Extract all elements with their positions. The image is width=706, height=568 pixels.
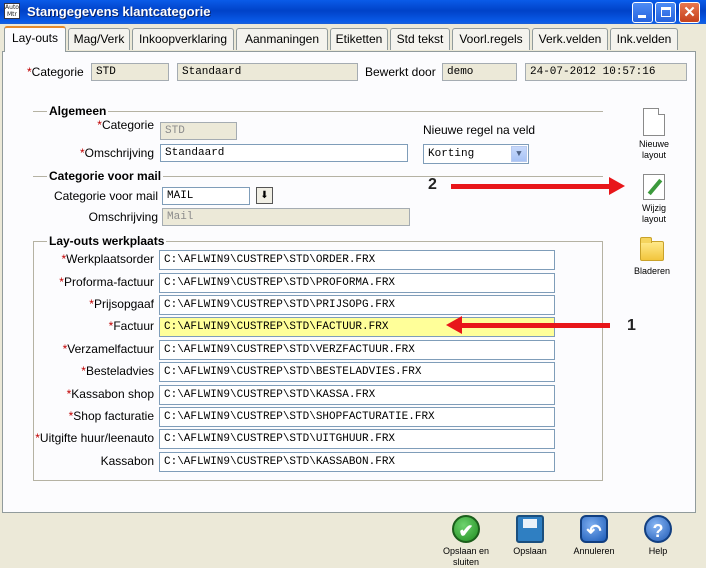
mail-categorie-input[interactable]: MAIL — [162, 187, 250, 205]
opslaan-label: Opslaan — [513, 546, 547, 556]
minimize-button[interactable] — [632, 2, 653, 23]
bladeren-label: Bladeren — [633, 266, 671, 276]
app-icon: Auto Mtr — [4, 3, 20, 19]
nieuwe-layout-label-2: layout — [641, 150, 667, 160]
layout-label-shop-facturatie: *Shop facturatie — [34, 409, 154, 423]
nieuwe-layout-label-1: Nieuwe — [638, 139, 669, 149]
layout-label-besteladvies: *Besteladvies — [34, 364, 154, 378]
header-categorie-label: *Categorie — [27, 65, 84, 79]
label-text: Besteladvies — [85, 364, 154, 378]
undo-icon: ↶ — [580, 515, 608, 543]
layout-field-besteladvies[interactable]: C:\AFLWIN9\CUSTREP\STD\BESTELADVIES.FRX — [159, 362, 555, 382]
label-text: Proforma-factuur — [63, 275, 154, 289]
mail-omschrijving-label: Omschrijving — [88, 210, 158, 224]
window-title: Stamgegevens klantcategorie — [27, 4, 211, 19]
layout-field-werkplaatsorder[interactable]: C:\AFLWIN9\CUSTREP\STD\ORDER.FRX — [159, 250, 555, 270]
bewerkt-door-field: demo — [442, 63, 517, 81]
tab-ink-velden[interactable]: Ink.velden — [610, 28, 678, 50]
tab-inkoopverklaring[interactable]: Inkoopverklaring — [132, 28, 234, 50]
annuleren-label: Annuleren — [573, 546, 615, 556]
bewerkt-door-label: Bewerkt door — [365, 65, 436, 79]
nieuwe-layout-button[interactable]: Nieuwe layout — [624, 108, 684, 161]
layout-label-uitgifte: *Uitgifte huur/leenauto — [30, 431, 154, 445]
omschrijving-label: *Omschrijving — [40, 146, 154, 160]
algemeen-categorie-label: *Categorie — [60, 118, 154, 132]
nieuwe-regel-label: Nieuwe regel na veld — [423, 123, 536, 137]
label-text: Werkplaatsorder — [66, 252, 154, 266]
tab-voorl-regels[interactable]: Voorl.regels — [452, 28, 530, 50]
header-categorie-name-field: Standaard — [177, 63, 358, 81]
chevron-down-icon[interactable]: ▼ — [511, 146, 527, 162]
maximize-button[interactable] — [655, 2, 676, 23]
layout-label-proforma: *Proforma-factuur — [34, 275, 154, 289]
layout-label-factuur: *Factuur — [34, 319, 154, 333]
edit-document-icon — [643, 174, 665, 200]
nieuwe-regel-select[interactable]: Korting ▼ — [423, 144, 529, 164]
wijzig-layout-label-1: Wijzig — [642, 203, 666, 213]
annotation-arrow-right — [451, 177, 625, 195]
layouts-title: Lay-outs werkplaats — [47, 234, 167, 248]
layout-label-kassabon-shop: *Kassabon shop — [34, 387, 154, 401]
layout-field-prijsopgaaf[interactable]: C:\AFLWIN9\CUSTREP\STD\PRIJSOPG.FRX — [159, 295, 555, 315]
tab-std-tekst[interactable]: Std tekst — [390, 28, 450, 50]
label-text: Categorie — [101, 118, 154, 132]
layout-field-kassabon-shop[interactable]: C:\AFLWIN9\CUSTREP\STD\KASSA.FRX — [159, 385, 555, 405]
label-text: Prijsopgaaf — [93, 297, 154, 311]
mail-title: Categorie voor mail — [47, 169, 164, 183]
mail-omschrijving-field: Mail — [162, 208, 410, 226]
close-icon: ✕ — [683, 4, 696, 21]
new-document-icon — [643, 108, 665, 136]
help-button[interactable]: ? Help — [628, 513, 688, 557]
layout-field-shop-facturatie[interactable]: C:\AFLWIN9\CUSTREP\STD\SHOPFACTURATIE.FR… — [159, 407, 555, 427]
tab-aanmaningen[interactable]: Aanmaningen — [236, 28, 328, 50]
label-text: Shop facturatie — [73, 409, 154, 423]
help-icon: ? — [644, 515, 672, 543]
bladeren-button[interactable]: Bladeren — [622, 237, 682, 277]
label-text: Factuur — [113, 319, 154, 333]
annotation-number-1: 1 — [627, 317, 636, 334]
omschrijving-input[interactable]: Standaard — [160, 144, 408, 162]
header-categorie-code-field: STD — [91, 63, 169, 81]
wijzig-layout-label-2: layout — [641, 214, 667, 224]
layout-field-verzamelfactuur[interactable]: C:\AFLWIN9\CUSTREP\STD\VERZFACTUUR.FRX — [159, 340, 555, 360]
algemeen-categorie-field: STD — [160, 122, 237, 140]
tab-etiketten[interactable]: Etiketten — [330, 28, 388, 50]
layout-field-uitgifte[interactable]: C:\AFLWIN9\CUSTREP\STD\UITGHUUR.FRX — [159, 429, 555, 449]
opslaan-en-sluiten-button[interactable]: ✔ Opslaan en sluiten — [436, 513, 496, 568]
tab-lay-outs[interactable]: Lay-outs — [4, 26, 66, 52]
check-icon: ✔ — [452, 515, 480, 543]
opslaan-sluiten-label-2: sluiten — [452, 557, 479, 567]
title-bar[interactable]: Auto Mtr Stamgegevens klantcategorie ✕ — [0, 0, 706, 24]
algemeen-title: Algemeen — [47, 104, 109, 118]
label-text: Categorie — [31, 65, 84, 79]
label-text: Uitgifte huur/leenauto — [39, 431, 154, 445]
annuleren-button[interactable]: ↶ Annuleren — [564, 513, 624, 557]
floppy-icon — [516, 515, 544, 543]
label-text: Omschrijving — [84, 146, 154, 160]
close-button[interactable]: ✕ — [679, 2, 700, 23]
label-text: Kassabon shop — [71, 387, 154, 401]
label-text: Verzamelfactuur — [67, 342, 154, 356]
layout-field-kassabon[interactable]: C:\AFLWIN9\CUSTREP\STD\KASSABON.FRX — [159, 452, 555, 472]
mail-categorie-label: Categorie voor mail — [53, 189, 158, 203]
folder-icon — [640, 237, 664, 261]
tab-mag-verk[interactable]: Mag/Verk — [68, 28, 130, 50]
maximize-icon — [661, 7, 671, 17]
nieuwe-regel-selected-value: Korting — [428, 148, 475, 160]
annotation-arrow-left — [446, 316, 610, 334]
layout-label-verzamelfactuur: *Verzamelfactuur — [34, 342, 154, 356]
minimize-icon — [638, 15, 646, 18]
opslaan-button[interactable]: Opslaan — [500, 513, 560, 557]
layout-label-prijsopgaaf: *Prijsopgaaf — [34, 297, 154, 311]
layout-field-proforma[interactable]: C:\AFLWIN9\CUSTREP\STD\PROFORMA.FRX — [159, 273, 555, 293]
layout-label-kassabon: Kassabon — [100, 454, 154, 468]
opslaan-sluiten-label-1: Opslaan en — [442, 546, 490, 556]
layout-label-werkplaatsorder: *Werkplaatsorder — [34, 252, 155, 266]
tab-verk-velden[interactable]: Verk.velden — [532, 28, 608, 50]
timestamp-field: 24-07-2012 10:57:16 — [525, 63, 687, 81]
annotation-number-2: 2 — [428, 176, 437, 193]
wijzig-layout-button[interactable]: Wijzig layout — [624, 174, 684, 225]
pick-down-arrow-icon[interactable]: ⬇ — [256, 187, 273, 204]
help-label: Help — [648, 546, 668, 556]
